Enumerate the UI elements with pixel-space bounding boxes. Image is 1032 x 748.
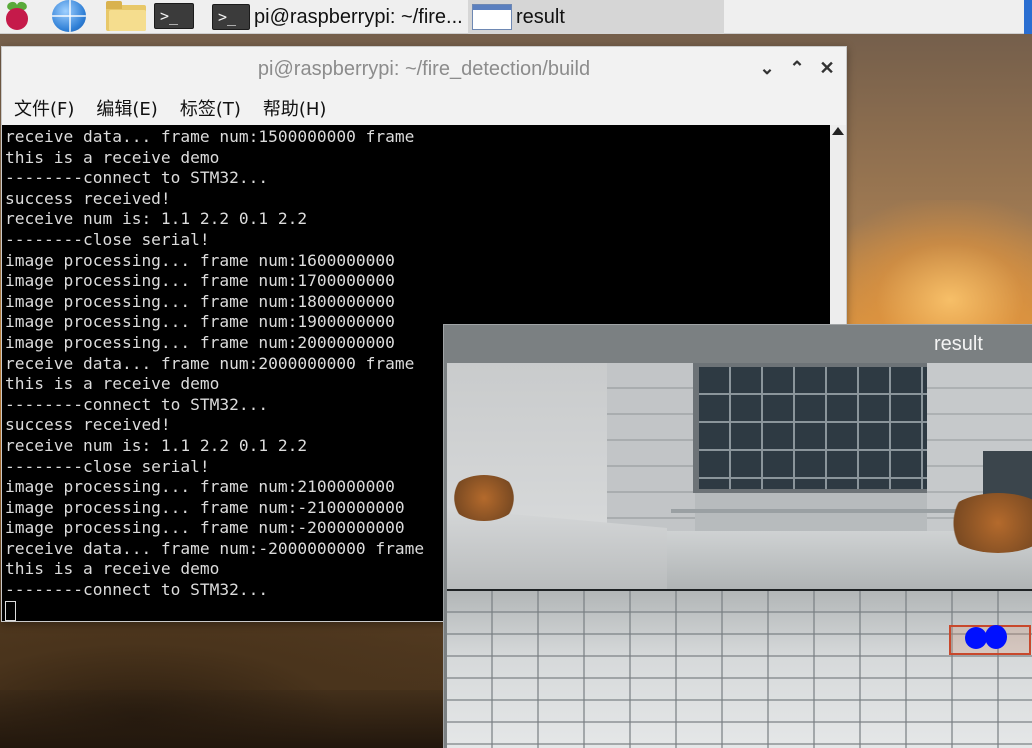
- terminal-line: receive data... frame num:1500000000 fra…: [5, 127, 415, 146]
- taskbar-task-label: result: [516, 5, 565, 28]
- terminal-icon: >_: [212, 4, 250, 30]
- terminal-line: this is a receive demo: [5, 147, 220, 167]
- building-windows: [699, 367, 927, 489]
- taskbar-task-label: pi@raspberrypi: ~/fire...: [254, 5, 463, 28]
- taskbar-tray-edge: [1024, 0, 1032, 34]
- web-browser-icon[interactable]: [52, 0, 86, 32]
- menubar: 文件(F) 编辑(E) 标签(T) 帮助(H): [2, 91, 846, 125]
- maximize-button[interactable]: ⌃: [786, 55, 808, 81]
- menu-tabs[interactable]: 标签(T): [180, 95, 241, 121]
- raspberry-pi-menu-icon[interactable]: [0, 0, 34, 31]
- taskbar-task-terminal[interactable]: >_ pi@raspberrypi: ~/fire...: [212, 0, 468, 34]
- result-window: result: [443, 324, 1032, 748]
- scroll-up-arrow-icon[interactable]: [832, 127, 844, 135]
- terminal-line: success received!: [5, 188, 171, 208]
- rooftop-floor: [447, 591, 1032, 748]
- minimize-button[interactable]: ⌄: [756, 55, 778, 81]
- window-titlebar[interactable]: pi@raspberrypi: ~/fire_detection/build ⌄…: [2, 47, 846, 91]
- window-icon: [472, 4, 512, 30]
- terminal-line: image processing... frame num:1600000000: [5, 250, 395, 270]
- window-title: result: [934, 333, 983, 355]
- terminal-line: image processing... frame num:1700000000: [5, 271, 395, 291]
- menu-file[interactable]: 文件(F): [14, 95, 74, 121]
- close-button[interactable]: ✕: [816, 55, 838, 81]
- text-cursor: [5, 601, 16, 621]
- taskbar: >_ >_ pi@raspberrypi: ~/fire... result: [0, 0, 1032, 34]
- menu-help[interactable]: 帮助(H): [263, 95, 327, 121]
- detection-blob: [985, 625, 1007, 649]
- taskbar-task-result[interactable]: result: [468, 0, 724, 34]
- shrub: [449, 475, 519, 521]
- terminal-line: receive num is: 1.1 2.2 0.1 2.2: [5, 209, 308, 229]
- terminal-line: --------close serial!: [5, 229, 210, 249]
- terminal-line: image processing... frame num:1800000000: [5, 291, 395, 311]
- file-manager-icon[interactable]: [103, 1, 149, 31]
- wallpaper-trees: [0, 690, 450, 748]
- menu-edit[interactable]: 编辑(E): [96, 95, 157, 121]
- terminal-icon[interactable]: >_: [152, 1, 196, 31]
- window-title: pi@raspberrypi: ~/fire_detection/build: [257, 57, 591, 80]
- terminal-line: --------connect to STM32...: [5, 168, 269, 188]
- result-image: [447, 363, 1032, 748]
- detection-blob: [965, 627, 987, 649]
- window-titlebar[interactable]: result: [444, 325, 1032, 363]
